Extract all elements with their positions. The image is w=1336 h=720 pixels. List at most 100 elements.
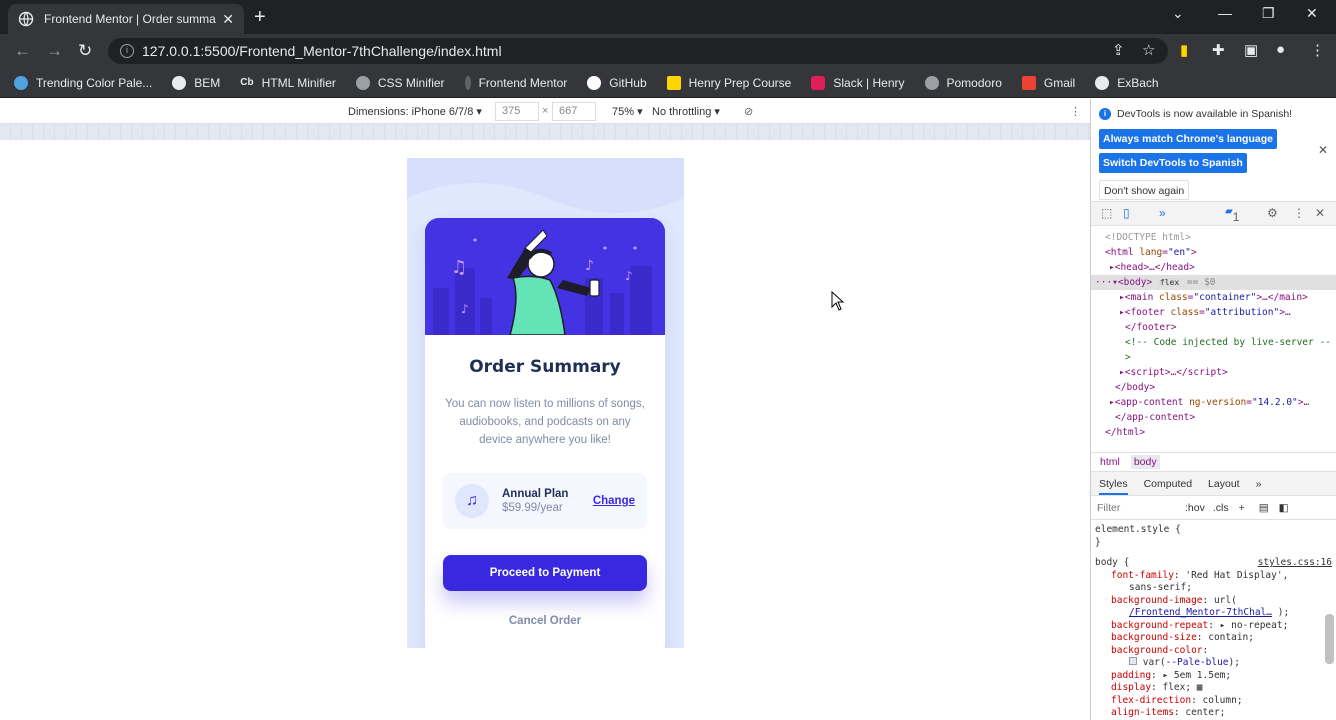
proceed-to-payment-button[interactable]: Proceed to Payment [443,555,647,591]
height-input[interactable]: 667 [552,102,596,121]
side-panel-icon[interactable]: ▣ [1244,41,1258,59]
address-bar[interactable]: i 127.0.0.1:5500/Frontend_Mentor-7thChal… [108,38,1168,64]
extension-icon[interactable]: ▮ [1180,41,1188,59]
sidebar-toggle-icon[interactable]: ◧ [1279,502,1289,514]
menu-kebab-icon[interactable]: ⋮ [1310,41,1325,59]
tree-node[interactable]: > [1091,350,1336,365]
tree-node[interactable]: ▸<app-content ng-version="14.2.0">… [1091,395,1336,410]
bookmark-star-icon[interactable]: ☆ [1142,41,1155,59]
tab-layout[interactable]: Layout [1208,478,1240,490]
more-style-tabs-icon[interactable]: » [1256,478,1262,490]
close-window-icon[interactable]: ✕ [1306,5,1318,22]
css-declaration[interactable]: background-repeat: ▸ no-repeat; [1095,620,1332,633]
tree-node[interactable]: ▸<main class="container">…</main> [1091,290,1336,305]
css-declaration[interactable]: font-family: 'Red Hat Display', [1095,570,1332,583]
tab-styles[interactable]: Styles [1099,473,1128,495]
svg-text:♪: ♪ [625,269,633,283]
width-input[interactable]: 375 [495,102,539,121]
new-rule-icon[interactable]: + [1239,502,1245,514]
close-tab-icon[interactable]: ✕ [222,11,234,28]
reload-icon[interactable]: ↻ [78,41,92,61]
order-summary-card: ♫ ♪ ♪ ♪ Order Summary You can now listen to… [425,218,665,648]
tab-search-icon[interactable]: ⌄ [1172,5,1184,22]
css-declaration[interactable]: padding: ▸ 5em 1.5em; [1095,670,1332,683]
change-plan-link[interactable]: Change [593,495,635,507]
tree-node[interactable]: <!-- Code injected by live-server -- [1091,335,1336,350]
css-declaration[interactable]: display: flex; ▦ [1095,682,1332,695]
cancel-order-button[interactable]: Cancel Order [425,615,665,627]
tree-node[interactable]: </footer> [1091,320,1336,335]
close-devtools-icon[interactable]: ✕ [1315,206,1325,220]
back-icon[interactable]: ← [14,41,31,61]
settings-gear-icon[interactable]: ⚙ [1267,206,1278,220]
tab-computed[interactable]: Computed [1144,478,1192,490]
css-declaration[interactable]: flex-direction: column; [1095,695,1332,708]
stylesheet-link[interactable]: styles.css:16 [1258,557,1332,570]
frontend-mentor-icon [464,75,471,90]
info-icon: i [1099,108,1111,120]
browser-tab[interactable]: Frontend Mentor | Order summa ✕ [8,4,244,34]
hov-toggle[interactable]: :hov [1185,502,1205,514]
forward-icon[interactable]: → [46,41,63,61]
bookmark-item[interactable]: Cb HTML Minifier [240,76,336,90]
times-sign: × [542,105,549,117]
tree-node[interactable]: ▸<head>…</head> [1091,260,1336,275]
css-declaration[interactable]: background-image: url( [1095,595,1332,608]
extensions-puzzle-icon[interactable]: ✚ [1212,41,1225,59]
tree-node-selected[interactable]: ···▾<body> flex == $0 [1091,275,1336,290]
profile-avatar[interactable]: ● [1276,41,1285,58]
styles-scrollbar[interactable] [1325,614,1334,664]
more-tabs-icon[interactable]: » [1159,206,1166,220]
bookmark-item[interactable]: CSS Minifier [355,75,445,90]
css-declaration[interactable]: var(--Pale-blue); [1095,657,1332,670]
filter-input[interactable]: Filter [1097,502,1177,514]
tree-node[interactable]: <!DOCTYPE html> [1091,230,1336,245]
bookmark-item[interactable]: Gmail [1021,75,1075,90]
tree-node[interactable]: ▸<footer class="attribution">… [1091,305,1336,320]
bookmark-item[interactable]: Henry Prep Course [666,75,791,90]
crumb-html[interactable]: html [1097,455,1123,469]
crumb-body[interactable]: body [1130,455,1160,469]
tree-node[interactable]: <html lang="en"> [1091,245,1336,260]
bookmark-item[interactable]: Slack | Henry [811,75,905,90]
share-icon[interactable]: ⇪ [1112,41,1125,59]
bookmark-item[interactable]: GitHub [587,75,647,90]
github-icon [587,75,602,90]
tree-node[interactable]: </html> [1091,425,1336,440]
switch-spanish-button[interactable]: Switch DevTools to Spanish [1099,153,1247,173]
issues-badge[interactable]: ▰ 1 [1225,206,1239,224]
inspect-element-icon[interactable]: ⬚ [1101,206,1112,220]
bookmark-item[interactable]: BEM [172,75,220,90]
devtools-menu-icon[interactable]: ⋮ [1293,206,1305,220]
match-language-button[interactable]: Always match Chrome's language [1099,129,1277,149]
throttling-select[interactable]: No throttling ▾ [652,105,720,118]
tree-node[interactable]: </body> [1091,380,1336,395]
bookmark-item[interactable]: Trending Color Pale... [14,75,152,90]
body-selector[interactable]: body { [1095,557,1129,570]
cls-toggle[interactable]: .cls [1213,502,1229,514]
minimize-icon[interactable]: — [1218,5,1232,21]
paint-icon[interactable]: ▤ [1259,502,1269,514]
site-info-icon[interactable]: i [120,44,134,58]
zoom-select[interactable]: 75% ▾ [612,105,643,118]
device-select[interactable]: Dimensions: iPhone 6/7/8 ▾ [348,105,482,118]
notice-text: DevTools is now available in Spanish! [1117,108,1293,120]
css-declaration[interactable]: align-items: center; [1095,707,1332,720]
bookmark-item[interactable]: ExBach [1095,75,1159,90]
device-toggle-icon[interactable]: ▯ [1123,206,1130,220]
new-tab-icon[interactable]: + [254,6,266,29]
device-menu-icon[interactable]: ⋮ [1070,105,1081,118]
close-infobar-icon[interactable]: ✕ [1318,143,1328,157]
css-declaration[interactable]: background-color: [1095,645,1332,658]
css-declaration[interactable]: /Frontend_Mentor-7thChal… ); [1095,607,1332,620]
dont-show-again-button[interactable]: Don't show again [1099,180,1190,200]
bookmark-item[interactable]: Frontend Mentor [464,75,567,90]
css-declaration[interactable]: background-size: contain; [1095,632,1332,645]
tree-node[interactable]: ▸<script>…</script> [1091,365,1336,380]
rotate-icon[interactable]: ⊘ [744,105,753,118]
tree-node[interactable]: </app-content> [1091,410,1336,425]
card-title: Order Summary [469,357,621,377]
bookmark-item[interactable]: Pomodoro [924,75,1002,90]
restore-icon[interactable]: ❐ [1262,5,1275,22]
element-style-rule[interactable]: element.style { [1095,524,1332,537]
